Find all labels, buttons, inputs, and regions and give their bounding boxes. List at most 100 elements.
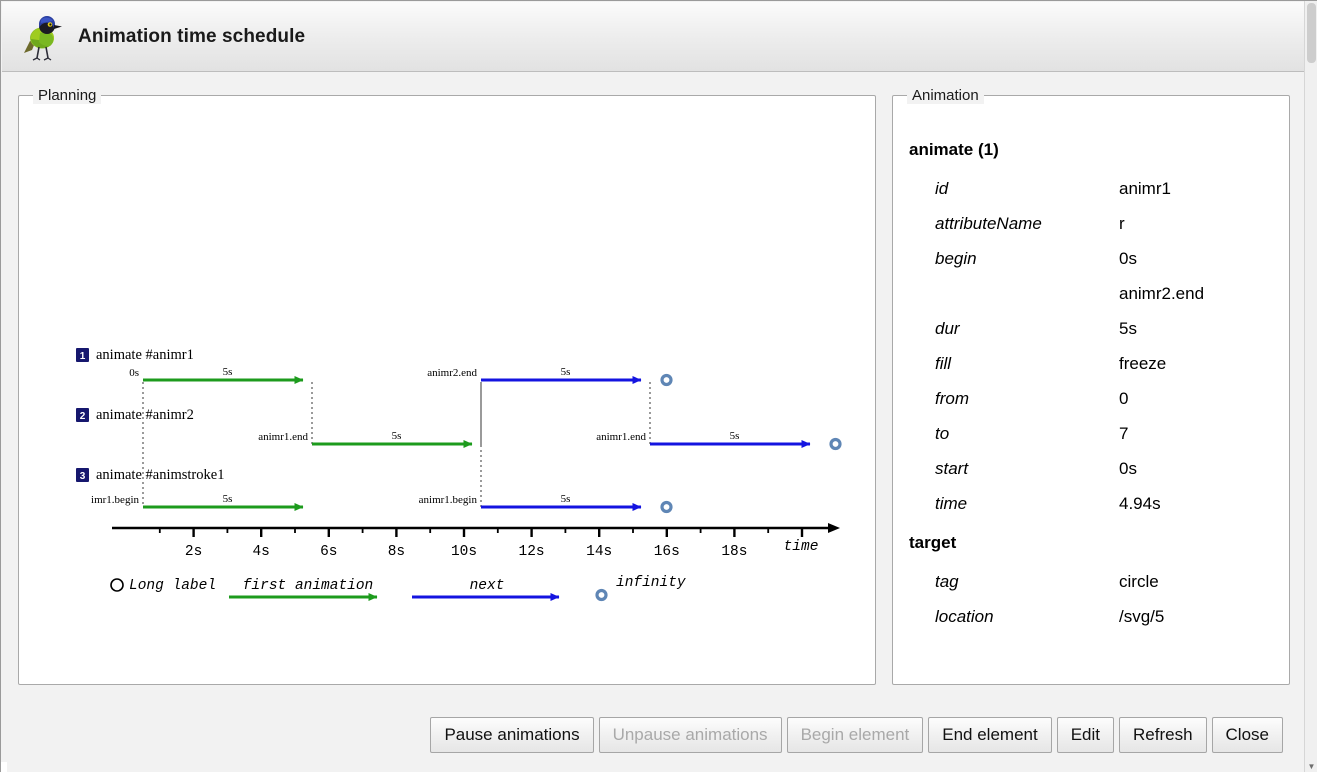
segment-duration-label: 5s [223,493,233,505]
property-key: id [909,171,1119,206]
animation-property-list: idanimr1attributeNamerbegin0s animr2.end… [909,171,1273,521]
corner-artifact [1,762,7,772]
dialog-button-bar: Pause animationsUnpause animationsBegin … [2,703,1305,767]
row-badge-label: 1 [80,351,86,362]
property-key: time [909,486,1119,521]
infinity-icon [662,503,671,512]
refresh-button[interactable]: Refresh [1119,717,1207,753]
property-value: 0s [1119,451,1137,486]
property-row: dur5s [909,311,1273,346]
axis-tick-label: 2s [185,544,202,560]
unpause-animations-button: Unpause animations [599,717,782,753]
legend-label-marker [111,579,123,591]
time-axis-arrowhead [828,523,840,533]
property-key: start [909,451,1119,486]
property-value: 0 [1119,381,1128,416]
axis-title: time [784,539,819,555]
animation-properties-panel: animate (1) idanimr1attributeNamerbegin0… [893,118,1289,678]
property-row: fillfreeze [909,346,1273,381]
property-value: /svg/5 [1119,599,1164,634]
property-row: time4.94s [909,486,1273,521]
infinity-icon [662,376,671,385]
property-key: attributeName [909,206,1119,241]
planning-timeline-canvas[interactable]: 1 animate #animr1 2 animate #animr2 3 animate… [19,104,875,684]
legend-label-text: Long label [129,578,216,594]
segment-duration-label: 5s [730,430,740,442]
property-key: to [909,416,1119,451]
property-key: begin [909,241,1119,276]
axis-tick-label: 18s [721,544,747,560]
animation-group: Animation animate (1) idanimr1attributeN… [892,87,1290,685]
dialog-body: Planning 1 animate #animr1 2 animate #animr… [2,73,1305,700]
close-button[interactable]: Close [1212,717,1283,753]
animation-section-title: animate (1) [909,136,1273,163]
animation-group-label: Animation [907,87,984,104]
property-value: circle [1119,564,1159,599]
property-value: animr1 [1119,171,1171,206]
target-property-list: tagcirclelocation/svg/5 [909,564,1273,634]
axis-tick-label: 16s [654,544,680,560]
property-value: 7 [1119,416,1128,451]
window-titlebar: Animation time schedule [2,2,1305,72]
property-row: to7 [909,416,1273,451]
property-value: 0s [1119,241,1137,276]
animation-schedule-window: Animation time schedule Planning 1 animat… [0,0,1317,772]
legend-infinity-icon [597,591,606,600]
row-badge-label: 2 [80,411,86,422]
property-row: tagcircle [909,564,1273,599]
axis-tick-label: 8s [388,544,405,560]
segment-duration-label: 5s [561,366,571,378]
segment-duration-label: 5s [392,430,402,442]
row-title: animate #animr1 [96,347,194,363]
property-row: idanimr1 [909,171,1273,206]
bird-logo-icon [22,13,66,61]
begin-element-button: Begin element [787,717,924,753]
row-badge-label: 3 [80,471,86,482]
segment-start-label: animr1.end [596,431,646,443]
legend-infinity-text: infinity [616,575,686,591]
end-element-button[interactable]: End element [928,717,1051,753]
window-scrollbar[interactable]: ▲ ▼ [1304,1,1317,772]
edit-button[interactable]: Edit [1057,717,1114,753]
axis-tick-label: 10s [451,544,477,560]
property-value: animr2.end [1119,276,1204,311]
axis-tick-label: 12s [519,544,545,560]
property-row: animr2.end [909,276,1273,311]
property-key: fill [909,346,1119,381]
property-value: 4.94s [1119,486,1161,521]
segment-duration-label: 5s [223,366,233,378]
scroll-down-arrow[interactable]: ▼ [1305,760,1317,772]
scrollbar-thumb[interactable] [1307,3,1316,63]
property-row: attributeNamer [909,206,1273,241]
property-value: 5s [1119,311,1137,346]
pause-animations-button[interactable]: Pause animations [430,717,593,753]
target-section-title: target [909,529,1273,556]
segment-start-label: imr1.begin [91,494,139,506]
row-title: animate #animr2 [96,407,194,423]
timeline-diagram[interactable]: 1 animate #animr1 2 animate #animr2 3 animate… [19,104,875,684]
property-row: from0 [909,381,1273,416]
property-key: from [909,381,1119,416]
window-title: Animation time schedule [78,26,305,48]
segment-start-label: 0s [129,367,139,379]
property-key: dur [909,311,1119,346]
property-key: location [909,599,1119,634]
property-value: freeze [1119,346,1166,381]
planning-group: Planning 1 animate #animr1 2 animate #animr… [18,87,876,685]
segment-start-label: animr1.begin [419,494,478,506]
property-row: start0s [909,451,1273,486]
segment-start-label: animr1.end [258,431,308,443]
axis-tick-label: 6s [320,544,337,560]
property-row: location/svg/5 [909,599,1273,634]
segment-duration-label: 5s [561,493,571,505]
segment-start-label: animr2.end [427,367,477,379]
legend-first-animation-text: first animation [243,578,374,594]
row-title: animate #animstroke1 [96,467,224,483]
legend-next-text: next [470,578,505,594]
property-row: begin0s [909,241,1273,276]
axis-tick-label: 14s [586,544,612,560]
planning-group-label: Planning [33,87,101,104]
property-key: tag [909,564,1119,599]
infinity-icon [831,440,840,449]
axis-tick-label: 4s [252,544,269,560]
